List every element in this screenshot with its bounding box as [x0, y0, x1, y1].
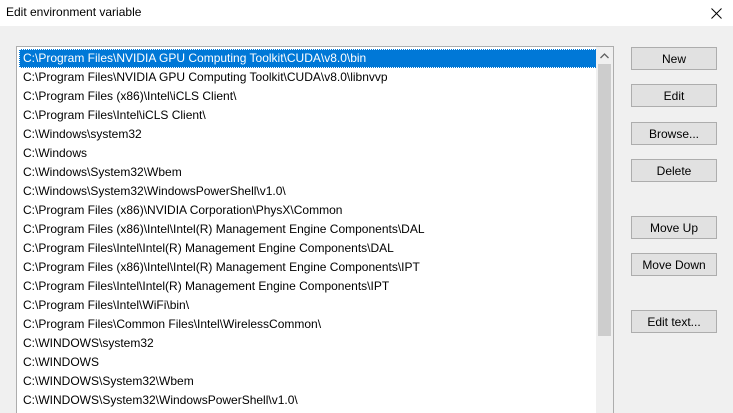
edit-text-button[interactable]: Edit text... [631, 310, 717, 333]
edit-environment-variable-dialog: Edit environment variable C:\Program Fil… [0, 0, 733, 413]
path-list-item[interactable]: C:\Windows\System32\Wbem [19, 163, 597, 182]
path-list-item[interactable]: C:\WINDOWS\System32\Wbem [19, 372, 597, 391]
path-list-item[interactable]: C:\Program Files\Intel\Intel(R) Manageme… [19, 277, 597, 296]
path-list-item[interactable]: C:\WINDOWS\system32 [19, 334, 597, 353]
path-list-item[interactable]: C:\Program Files (x86)\NVIDIA Corporatio… [19, 201, 597, 220]
delete-button[interactable]: Delete [631, 159, 717, 182]
path-list-items: C:\Program Files\NVIDIA GPU Computing To… [19, 49, 597, 410]
path-list-item[interactable]: C:\Program Files\NVIDIA GPU Computing To… [19, 49, 597, 68]
scroll-up-button[interactable] [596, 47, 613, 64]
path-list[interactable]: C:\Program Files\NVIDIA GPU Computing To… [16, 46, 614, 413]
path-list-item[interactable]: C:\WINDOWS\System32\WindowsPowerShell\v1… [19, 391, 597, 410]
path-list-item[interactable]: C:\Program Files\Intel\Intel(R) Manageme… [19, 239, 597, 258]
new-button[interactable]: New [631, 47, 717, 70]
move-down-button[interactable]: Move Down [631, 253, 717, 276]
path-list-item[interactable]: C:\Windows [19, 144, 597, 163]
path-list-item[interactable]: C:\Program Files (x86)\Intel\Intel(R) Ma… [19, 258, 597, 277]
browse-button[interactable]: Browse... [631, 122, 717, 145]
move-up-button[interactable]: Move Up [631, 216, 717, 239]
vertical-scrollbar[interactable] [596, 47, 613, 413]
path-list-item[interactable]: C:\Program Files (x86)\Intel\Intel(R) Ma… [19, 220, 597, 239]
path-list-item[interactable]: C:\Windows\system32 [19, 125, 597, 144]
chevron-up-icon [600, 52, 609, 58]
path-list-item[interactable]: C:\Windows\System32\WindowsPowerShell\v1… [19, 182, 597, 201]
path-list-item[interactable]: C:\WINDOWS [19, 353, 597, 372]
close-icon [710, 7, 722, 19]
dialog-title: Edit environment variable [6, 5, 142, 19]
close-button[interactable] [699, 0, 733, 26]
path-list-item[interactable]: C:\Program Files\NVIDIA GPU Computing To… [19, 68, 597, 87]
path-list-item[interactable]: C:\Program Files (x86)\Intel\iCLS Client… [19, 87, 597, 106]
path-list-item[interactable]: C:\Program Files\Intel\iCLS Client\ [19, 106, 597, 125]
path-list-item[interactable]: C:\Program Files\Intel\WiFi\bin\ [19, 296, 597, 315]
edit-button[interactable]: Edit [631, 84, 717, 107]
path-list-item[interactable]: C:\Program Files\Common Files\Intel\Wire… [19, 315, 597, 334]
scroll-thumb[interactable] [598, 64, 611, 336]
title-bar[interactable]: Edit environment variable [0, 0, 733, 26]
